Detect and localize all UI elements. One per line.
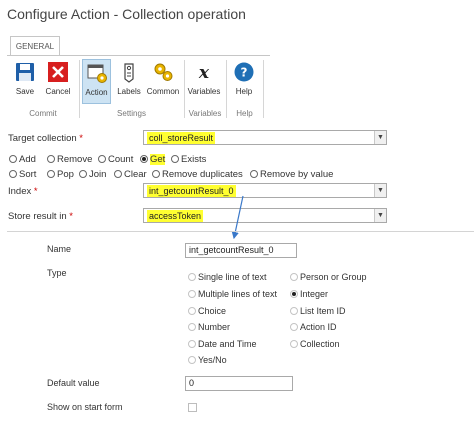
name-input[interactable]: int_getcountResult_0 — [185, 243, 297, 258]
default-value-input[interactable]: 0 — [185, 376, 293, 391]
type-person[interactable]: Person or Group — [290, 272, 367, 282]
type-list-item-id[interactable]: List Item ID — [290, 306, 346, 316]
section-divider — [7, 231, 474, 232]
type-single-line[interactable]: Single line of text — [188, 272, 267, 282]
type-yes-no[interactable]: Yes/No — [188, 355, 227, 365]
type-label: Type — [47, 268, 67, 278]
show-on-start-checkbox[interactable] — [188, 403, 197, 412]
annotation-arrow — [231, 195, 244, 240]
type-multi-line[interactable]: Multiple lines of text — [188, 289, 277, 299]
type-choice[interactable]: Choice — [188, 306, 226, 316]
default-value-label: Default value — [47, 378, 100, 388]
type-collection[interactable]: Collection — [290, 339, 340, 349]
type-integer[interactable]: Integer — [290, 289, 328, 299]
type-number[interactable]: Number — [188, 322, 230, 332]
name-label: Name — [47, 244, 72, 254]
type-date-time[interactable]: Date and Time — [188, 339, 257, 349]
show-on-start-label: Show on start form — [47, 402, 123, 412]
type-action-id[interactable]: Action ID — [290, 322, 337, 332]
